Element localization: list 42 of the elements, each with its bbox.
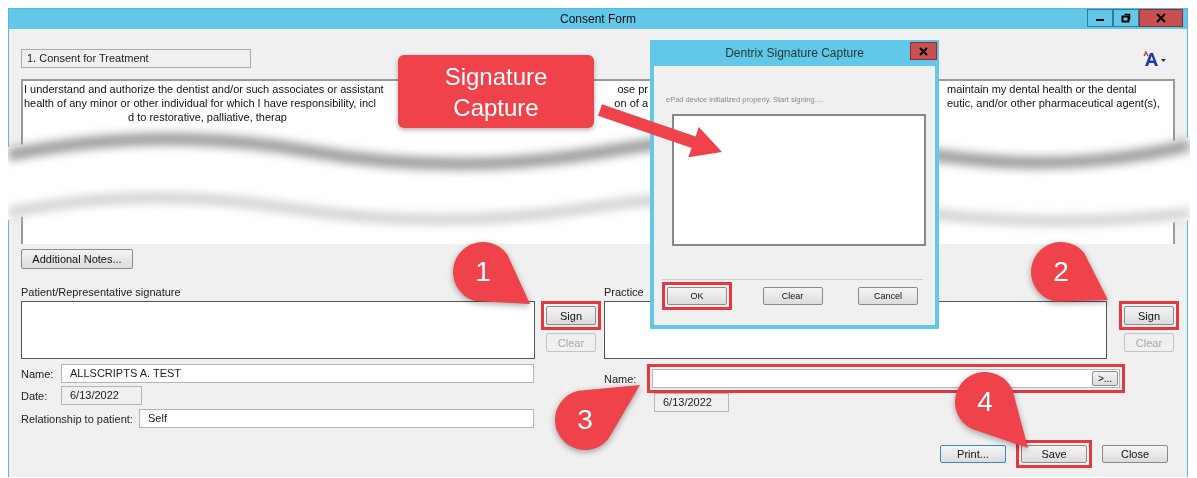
consent-text: I understand and authorize the dentist and/or such associates or assistant (24, 82, 384, 96)
close-icon (1156, 13, 1166, 23)
close-button[interactable] (1139, 9, 1183, 27)
footer-button[interactable]: Print... (940, 445, 1006, 463)
restore-button[interactable] (1113, 9, 1139, 27)
consent-text: eutic, and/or other pharmaceutical agent(s), (947, 96, 1161, 110)
dialog-button[interactable]: Cancel (858, 287, 918, 305)
footer-button[interactable]: Save (1021, 445, 1087, 463)
signature-pad[interactable] (672, 114, 926, 246)
consent-text: d to restorative, palliative, therap (128, 110, 287, 124)
close-icon (919, 46, 928, 56)
name-label: Name: (604, 372, 638, 385)
date-field[interactable]: 6/13/2022 (61, 386, 142, 405)
lookup-button[interactable]: >... (1092, 371, 1118, 386)
consent-text: ose pr (617, 82, 648, 96)
dialog-button[interactable]: OK (667, 287, 727, 305)
relationship-field[interactable]: Self (139, 409, 534, 428)
consent-text: on of a (614, 96, 648, 110)
sign-button[interactable]: Sign (546, 306, 596, 325)
signature-box[interactable] (21, 301, 535, 359)
consent-text: health of any minor or other individual for which I have responsibility, incl (24, 96, 376, 110)
signature-label: Practice (604, 285, 644, 299)
close-button[interactable] (910, 42, 937, 60)
dialog-title: Dentrix Signature Capture (725, 46, 864, 60)
date-field[interactable]: 6/13/2022 (654, 393, 729, 412)
callout-label: Signature Capture (398, 55, 594, 128)
section-title: 1. Consent for Treatment (21, 49, 251, 68)
name-field[interactable]: >... (652, 369, 1120, 388)
relationship-label: Relationship to patient: (21, 412, 134, 425)
restore-icon (1121, 13, 1131, 23)
window-title: Consent Form (560, 12, 636, 26)
sign-button[interactable]: Sign (1124, 306, 1174, 325)
dialog-button[interactable]: Clear (762, 287, 823, 305)
name-label: Name: (21, 367, 55, 380)
font-icon[interactable] (1143, 50, 1167, 67)
signature-label: Patient/Representative signature (21, 285, 181, 299)
minimize-button[interactable] (1087, 9, 1113, 27)
footer-button[interactable]: Close (1102, 445, 1168, 463)
name-field[interactable]: ALLSCRIPTS A. TEST (61, 364, 534, 383)
date-label: Date: (21, 389, 49, 402)
consent-text: maintain my dental health or the dental (947, 82, 1138, 96)
additional-notes-button[interactable]: Additional Notes... (21, 249, 133, 269)
